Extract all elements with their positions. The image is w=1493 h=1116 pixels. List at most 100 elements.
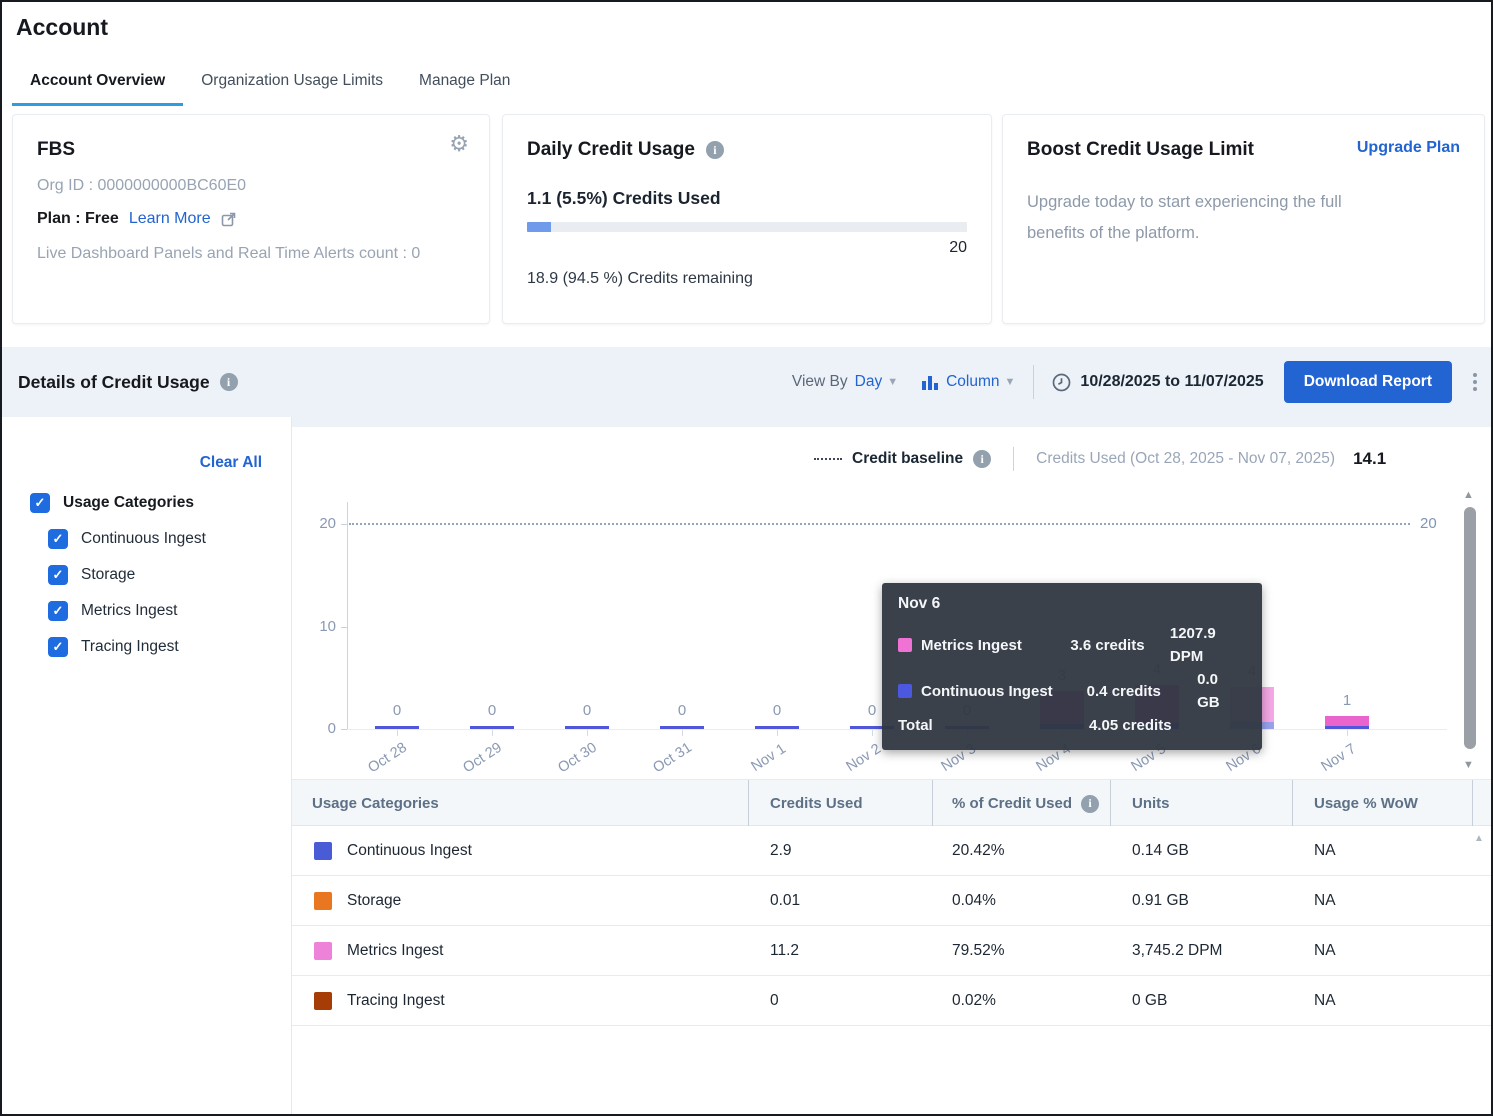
table-scroll-up-icon[interactable]: ▲ bbox=[1474, 833, 1484, 844]
filter-item-continuous-ingest[interactable]: ✓Continuous Ingest bbox=[48, 529, 206, 549]
bar-value-label: 0 bbox=[462, 702, 522, 719]
credit-baseline-label: Credit baseline bbox=[852, 450, 963, 468]
tooltip-series-swatch bbox=[898, 684, 912, 698]
checkbox-checked[interactable]: ✓ bbox=[48, 637, 68, 657]
cell--of-credit-used: 20.42% bbox=[952, 826, 1005, 876]
tab-account-overview[interactable]: Account Overview bbox=[12, 62, 183, 106]
tab-manage-plan[interactable]: Manage Plan bbox=[401, 62, 528, 106]
bar-segment-continuous-ingest bbox=[1325, 726, 1369, 729]
cell-usage-wow: NA bbox=[1314, 826, 1336, 876]
view-by-label: View By bbox=[792, 373, 848, 391]
x-axis-label: Oct 31 bbox=[682, 749, 725, 767]
filter-label: Tracing Ingest bbox=[81, 638, 179, 656]
checkbox-checked[interactable]: ✓ bbox=[30, 493, 50, 513]
bar-nov-7[interactable] bbox=[1325, 716, 1369, 729]
filter-label: Metrics Ingest bbox=[81, 602, 177, 620]
scroll-down-icon[interactable]: ▼ bbox=[1463, 759, 1474, 771]
download-report-button[interactable]: Download Report bbox=[1284, 361, 1452, 403]
credit-limit-label: 20 bbox=[527, 239, 967, 257]
bar-value-label: 0 bbox=[652, 702, 712, 719]
scroll-up-icon[interactable]: ▲ bbox=[1463, 489, 1474, 501]
bar-oct-30[interactable] bbox=[565, 726, 609, 729]
header-divider bbox=[932, 780, 933, 826]
filter-group-usage-categories[interactable]: ✓ Usage Categories bbox=[30, 493, 194, 513]
x-axis-label: Nov 1 bbox=[777, 749, 815, 767]
x-axis-label: Oct 29 bbox=[492, 749, 535, 767]
filter-item-storage[interactable]: ✓Storage bbox=[48, 565, 135, 585]
checkbox-checked[interactable]: ✓ bbox=[48, 529, 68, 549]
column-chart-icon bbox=[920, 373, 939, 392]
info-icon[interactable]: i bbox=[220, 373, 238, 391]
info-icon[interactable]: i bbox=[1081, 795, 1099, 813]
filter-item-metrics-ingest[interactable]: ✓ Metrics Ingest bbox=[48, 601, 177, 621]
tooltip-date: Nov 6 bbox=[898, 595, 1244, 613]
clear-all-link[interactable]: Clear All bbox=[200, 454, 262, 472]
header-divider bbox=[1110, 780, 1111, 826]
chart-type-dropdown[interactable]: Column bbox=[946, 373, 999, 391]
bar-nov-1[interactable] bbox=[755, 726, 799, 729]
header-divider bbox=[1472, 780, 1473, 826]
tooltip-total-value: 4.05 credits bbox=[1089, 714, 1201, 737]
category-name: Tracing Ingest bbox=[347, 976, 445, 1026]
y-tick-label: 20 bbox=[310, 515, 336, 532]
y-tick-label: 10 bbox=[310, 618, 336, 635]
view-by-dropdown[interactable]: Day bbox=[855, 373, 883, 391]
clock-icon bbox=[1052, 373, 1071, 392]
external-link-icon bbox=[221, 212, 236, 227]
tab-bar: Account OverviewOrganization Usage Limit… bbox=[12, 62, 528, 106]
y-tick bbox=[341, 524, 347, 525]
bar-oct-28[interactable] bbox=[375, 726, 419, 729]
y-tick-label: 0 bbox=[310, 720, 336, 737]
tooltip-series-units: 0.0 GB bbox=[1197, 668, 1244, 714]
x-axis-label: Nov 2 bbox=[872, 749, 910, 767]
date-range-picker[interactable]: 10/28/2025 to 11/07/2025 bbox=[1080, 373, 1263, 391]
credits-remaining-line: 18.9 (94.5 %) Credits remaining bbox=[527, 270, 967, 288]
bar-segment-continuous-ingest bbox=[375, 726, 419, 729]
bar-oct-29[interactable] bbox=[470, 726, 514, 729]
boost-card: Boost Credit Usage Limit Upgrade Plan Up… bbox=[1002, 114, 1485, 324]
bar-value-label: 1 bbox=[1317, 692, 1377, 709]
chart-scrollbar[interactable]: ▲ ▼ bbox=[1462, 489, 1478, 774]
boost-card-body: Upgrade today to start experiencing the … bbox=[1027, 187, 1359, 249]
cell--of-credit-used: 0.04% bbox=[952, 876, 996, 926]
category-name: Storage bbox=[347, 876, 401, 926]
more-options-icon[interactable] bbox=[1469, 369, 1481, 395]
category-swatch bbox=[314, 992, 332, 1010]
info-icon[interactable]: i bbox=[973, 450, 991, 468]
gear-icon[interactable]: ⚙ bbox=[449, 133, 469, 155]
boost-card-title: Boost Credit Usage Limit bbox=[1027, 139, 1254, 161]
header-divider bbox=[1292, 780, 1293, 826]
category-swatch bbox=[314, 942, 332, 960]
category-name: Continuous Ingest bbox=[347, 826, 472, 876]
upgrade-plan-link[interactable]: Upgrade Plan bbox=[1357, 139, 1460, 157]
info-icon[interactable]: i bbox=[706, 141, 724, 159]
x-tick bbox=[872, 730, 873, 736]
cell-units: 0 GB bbox=[1132, 976, 1167, 1026]
cell-credits-used: 2.9 bbox=[770, 826, 792, 876]
bar-segment-continuous-ingest bbox=[470, 726, 514, 729]
cell-units: 0.14 GB bbox=[1132, 826, 1189, 876]
details-toolbar: View By Day ▼ Column ▼ 10/28/2025 to 11/… bbox=[792, 347, 1481, 417]
scrollbar-thumb[interactable] bbox=[1464, 507, 1476, 749]
x-axis-label: Nov 7 bbox=[1347, 749, 1385, 767]
cell-usage-wow: NA bbox=[1314, 926, 1336, 976]
filter-item-tracing-ingest[interactable]: ✓ Tracing Ingest bbox=[48, 637, 179, 657]
daily-card-title: Daily Credit Usage bbox=[527, 139, 695, 161]
x-tick bbox=[682, 730, 683, 736]
filter-label: Usage Categories bbox=[63, 494, 194, 512]
bar-segment-continuous-ingest bbox=[755, 726, 799, 729]
checkbox-checked[interactable]: ✓ bbox=[48, 601, 68, 621]
usage-table-header: Usage CategoriesCredits Used% of Credit … bbox=[292, 779, 1493, 826]
details-title: Details of Credit Usage bbox=[18, 372, 210, 393]
cell--of-credit-used: 0.02% bbox=[952, 976, 996, 1026]
table-row: Storage0.010.04%0.91 GBNA bbox=[292, 876, 1493, 926]
learn-more-link[interactable]: Learn More bbox=[129, 210, 211, 228]
checkbox-checked[interactable]: ✓ bbox=[48, 565, 68, 585]
x-axis-label: Nov 5 bbox=[1157, 749, 1195, 767]
daily-credit-usage-card: Daily Credit Usage i 1.1 (5.5%) Credits … bbox=[502, 114, 992, 324]
tooltip-series-name: Metrics Ingest bbox=[921, 634, 1070, 657]
category-name: Metrics Ingest bbox=[347, 926, 443, 976]
tab-organization-usage-limits[interactable]: Organization Usage Limits bbox=[183, 62, 401, 106]
chart-tooltip: Nov 6 Metrics Ingest3.6 credits1207.9 DP… bbox=[882, 583, 1262, 750]
bar-oct-31[interactable] bbox=[660, 726, 704, 729]
